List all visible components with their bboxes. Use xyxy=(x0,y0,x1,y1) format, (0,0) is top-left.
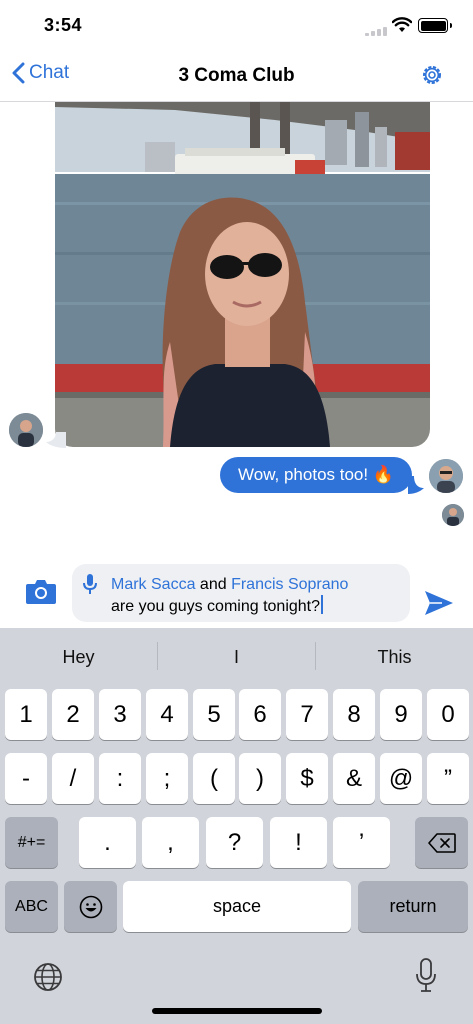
key[interactable]: . xyxy=(79,817,136,868)
key[interactable]: 3 xyxy=(99,689,141,740)
photo-message[interactable] xyxy=(55,102,430,447)
bubble-tail xyxy=(46,432,66,448)
key[interactable]: 6 xyxy=(239,689,281,740)
avatar[interactable] xyxy=(429,459,463,493)
key[interactable]: - xyxy=(5,753,47,804)
mention-tag[interactable]: Mark Sacca xyxy=(111,576,195,593)
wifi-icon xyxy=(392,17,412,32)
key[interactable]: 2 xyxy=(52,689,94,740)
key[interactable]: : xyxy=(99,753,141,804)
photo-image xyxy=(55,102,430,447)
gear-icon[interactable] xyxy=(420,63,444,87)
home-indicator xyxy=(152,1008,322,1014)
bubble-tail xyxy=(408,476,424,494)
keyboard: Hey I This 1 2 3 4 5 6 7 8 9 0 - / : ; (… xyxy=(0,628,473,1024)
key[interactable]: @ xyxy=(380,753,422,804)
globe-icon[interactable] xyxy=(33,962,63,992)
suggestion-item[interactable]: Hey xyxy=(0,628,157,686)
suggestion-item[interactable]: I xyxy=(158,628,315,686)
emoji-icon xyxy=(79,895,102,918)
abc-key[interactable]: ABC xyxy=(5,881,58,932)
text-caret xyxy=(321,595,324,614)
send-icon[interactable] xyxy=(424,590,454,616)
return-key[interactable]: return xyxy=(358,881,468,932)
key[interactable]: $ xyxy=(286,753,328,804)
message-input-bar: Mark Sacca and Francis Soprano are you g… xyxy=(0,558,473,628)
symbols-key[interactable]: #+= xyxy=(5,817,58,868)
suggestion-item[interactable]: This xyxy=(316,628,473,686)
key[interactable]: ! xyxy=(270,817,327,868)
signal-icon xyxy=(365,26,387,36)
backspace-key[interactable] xyxy=(415,817,468,868)
key[interactable]: ( xyxy=(193,753,235,804)
microphone-icon[interactable] xyxy=(415,958,437,992)
key[interactable]: ; xyxy=(146,753,188,804)
key[interactable]: ) xyxy=(239,753,281,804)
microphone-icon[interactable] xyxy=(83,573,97,595)
mention-tag[interactable]: Francis Soprano xyxy=(231,576,348,593)
chat-title: 3 Coma Club xyxy=(178,65,295,86)
status-bar: 3:54 xyxy=(0,0,473,50)
avatar[interactable] xyxy=(9,413,43,447)
message-list[interactable]: Wow, photos too! 🔥 xyxy=(0,102,473,558)
key[interactable]: 4 xyxy=(146,689,188,740)
message-input-text: Mark Sacca and Francis Soprano are you g… xyxy=(111,574,348,617)
space-key[interactable]: space xyxy=(123,881,351,932)
key[interactable]: 0 xyxy=(427,689,469,740)
key[interactable]: 7 xyxy=(286,689,328,740)
key[interactable]: ’ xyxy=(333,817,390,868)
key[interactable]: , xyxy=(142,817,199,868)
emoji-key[interactable] xyxy=(64,881,117,932)
message-text: and xyxy=(195,576,232,593)
key[interactable]: / xyxy=(52,753,94,804)
key[interactable]: 5 xyxy=(193,689,235,740)
key[interactable]: 1 xyxy=(5,689,47,740)
key[interactable]: ? xyxy=(206,817,263,868)
battery-icon xyxy=(418,18,452,33)
key[interactable]: 9 xyxy=(380,689,422,740)
suggestion-bar: Hey I This xyxy=(0,628,473,686)
message-text: are you guys coming tonight? xyxy=(111,598,321,615)
message-input[interactable]: Mark Sacca and Francis Soprano are you g… xyxy=(72,564,410,622)
key[interactable]: 8 xyxy=(333,689,375,740)
navigation-bar: Chat 3 Coma Club xyxy=(0,50,473,102)
key[interactable]: ” xyxy=(427,753,469,804)
status-time: 3:54 xyxy=(44,15,83,35)
camera-icon[interactable] xyxy=(25,577,57,605)
delete-icon xyxy=(427,832,456,853)
read-receipt-avatar xyxy=(442,504,464,526)
outgoing-message-bubble[interactable]: Wow, photos too! 🔥 xyxy=(220,457,412,493)
key[interactable]: & xyxy=(333,753,375,804)
